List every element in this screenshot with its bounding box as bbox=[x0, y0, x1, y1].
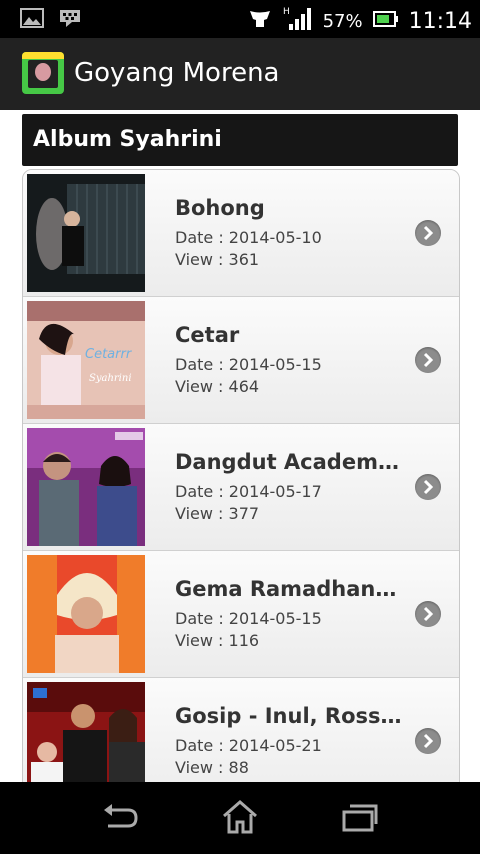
clock: 11:14 bbox=[408, 9, 472, 34]
video-thumbnail[interactable]: Cetarrr Syahrini bbox=[27, 301, 145, 419]
item-date: Date : 2014-05-10 bbox=[175, 228, 322, 247]
network-type-label: H bbox=[283, 7, 290, 17]
battery-percent: 57% bbox=[322, 11, 363, 32]
chevron-right-icon[interactable] bbox=[415, 220, 441, 246]
item-date: Date : 2014-05-15 bbox=[175, 609, 322, 628]
item-title: Gosip - Inul, Rossa... bbox=[175, 704, 403, 728]
action-bar: Goyang Morena bbox=[0, 38, 480, 112]
item-views: View : 88 bbox=[175, 758, 249, 777]
item-views: View : 116 bbox=[175, 631, 260, 650]
vibrate-icon bbox=[247, 7, 273, 36]
app-title: Goyang Morena bbox=[74, 58, 280, 88]
status-right: H 57% 11:14 bbox=[247, 6, 472, 37]
signal-icon: H bbox=[283, 6, 313, 37]
section-title: Album Syahrini bbox=[33, 127, 222, 152]
bbm-icon bbox=[58, 8, 82, 33]
chevron-right-icon[interactable] bbox=[415, 601, 441, 627]
section-header: Album Syahrini bbox=[22, 114, 458, 166]
item-title: Dangdut Academy ... bbox=[175, 450, 403, 474]
item-title: Bohong bbox=[175, 196, 265, 220]
list-item[interactable]: Gosip - Inul, Rossa... Date : 2014-05-21… bbox=[23, 677, 459, 782]
chevron-right-icon[interactable] bbox=[415, 347, 441, 373]
content-area[interactable]: Album Syahrini Bohong Date: 2014-05-10 … bbox=[0, 110, 480, 782]
video-thumbnail[interactable] bbox=[27, 555, 145, 673]
video-thumbnail[interactable] bbox=[27, 428, 145, 546]
chevron-right-icon[interactable] bbox=[415, 728, 441, 754]
video-thumbnail[interactable] bbox=[27, 682, 145, 782]
item-title: Gema Ramadhan 2... bbox=[175, 577, 403, 601]
svg-text:Syahrini: Syahrini bbox=[89, 373, 132, 384]
gallery-icon bbox=[20, 8, 44, 33]
chevron-right-icon[interactable] bbox=[415, 474, 441, 500]
list-item[interactable]: Cetarrr Syahrini Cetar Date : 2014-05-15… bbox=[23, 296, 459, 423]
item-title: Cetar bbox=[175, 323, 240, 347]
app-icon-ribbon bbox=[22, 52, 64, 59]
item-date: Date : 2014-05-15 bbox=[175, 355, 322, 374]
item-date: Date : 2014-05-17 bbox=[175, 482, 322, 501]
recent-apps-icon[interactable] bbox=[340, 802, 380, 839]
list-item[interactable]: Bohong Date : 2014-05-10 View : 361 bbox=[23, 170, 459, 296]
item-views: View : 464 bbox=[175, 377, 260, 396]
video-list: Bohong Date : 2014-05-10 View : 361 Ceta… bbox=[22, 169, 460, 782]
status-bar: H 57% 11:14 bbox=[0, 0, 480, 38]
item-views: View : 361 bbox=[175, 250, 260, 269]
item-date: Date : 2014-05-21 bbox=[175, 736, 322, 755]
svg-text:Cetarrr: Cetarrr bbox=[85, 347, 133, 362]
status-left bbox=[20, 8, 82, 33]
app-icon-portrait bbox=[35, 63, 51, 81]
battery-icon bbox=[372, 10, 399, 33]
navigation-bar bbox=[0, 782, 480, 854]
item-views: View : 377 bbox=[175, 504, 260, 523]
list-item[interactable]: Gema Ramadhan 2... Date : 2014-05-15 Vie… bbox=[23, 550, 459, 677]
app-icon[interactable] bbox=[22, 52, 64, 94]
list-item[interactable]: Dangdut Academy ... Date : 2014-05-17 Vi… bbox=[23, 423, 459, 550]
back-icon[interactable] bbox=[100, 800, 140, 841]
video-thumbnail[interactable] bbox=[27, 174, 145, 292]
home-icon[interactable] bbox=[220, 798, 260, 841]
